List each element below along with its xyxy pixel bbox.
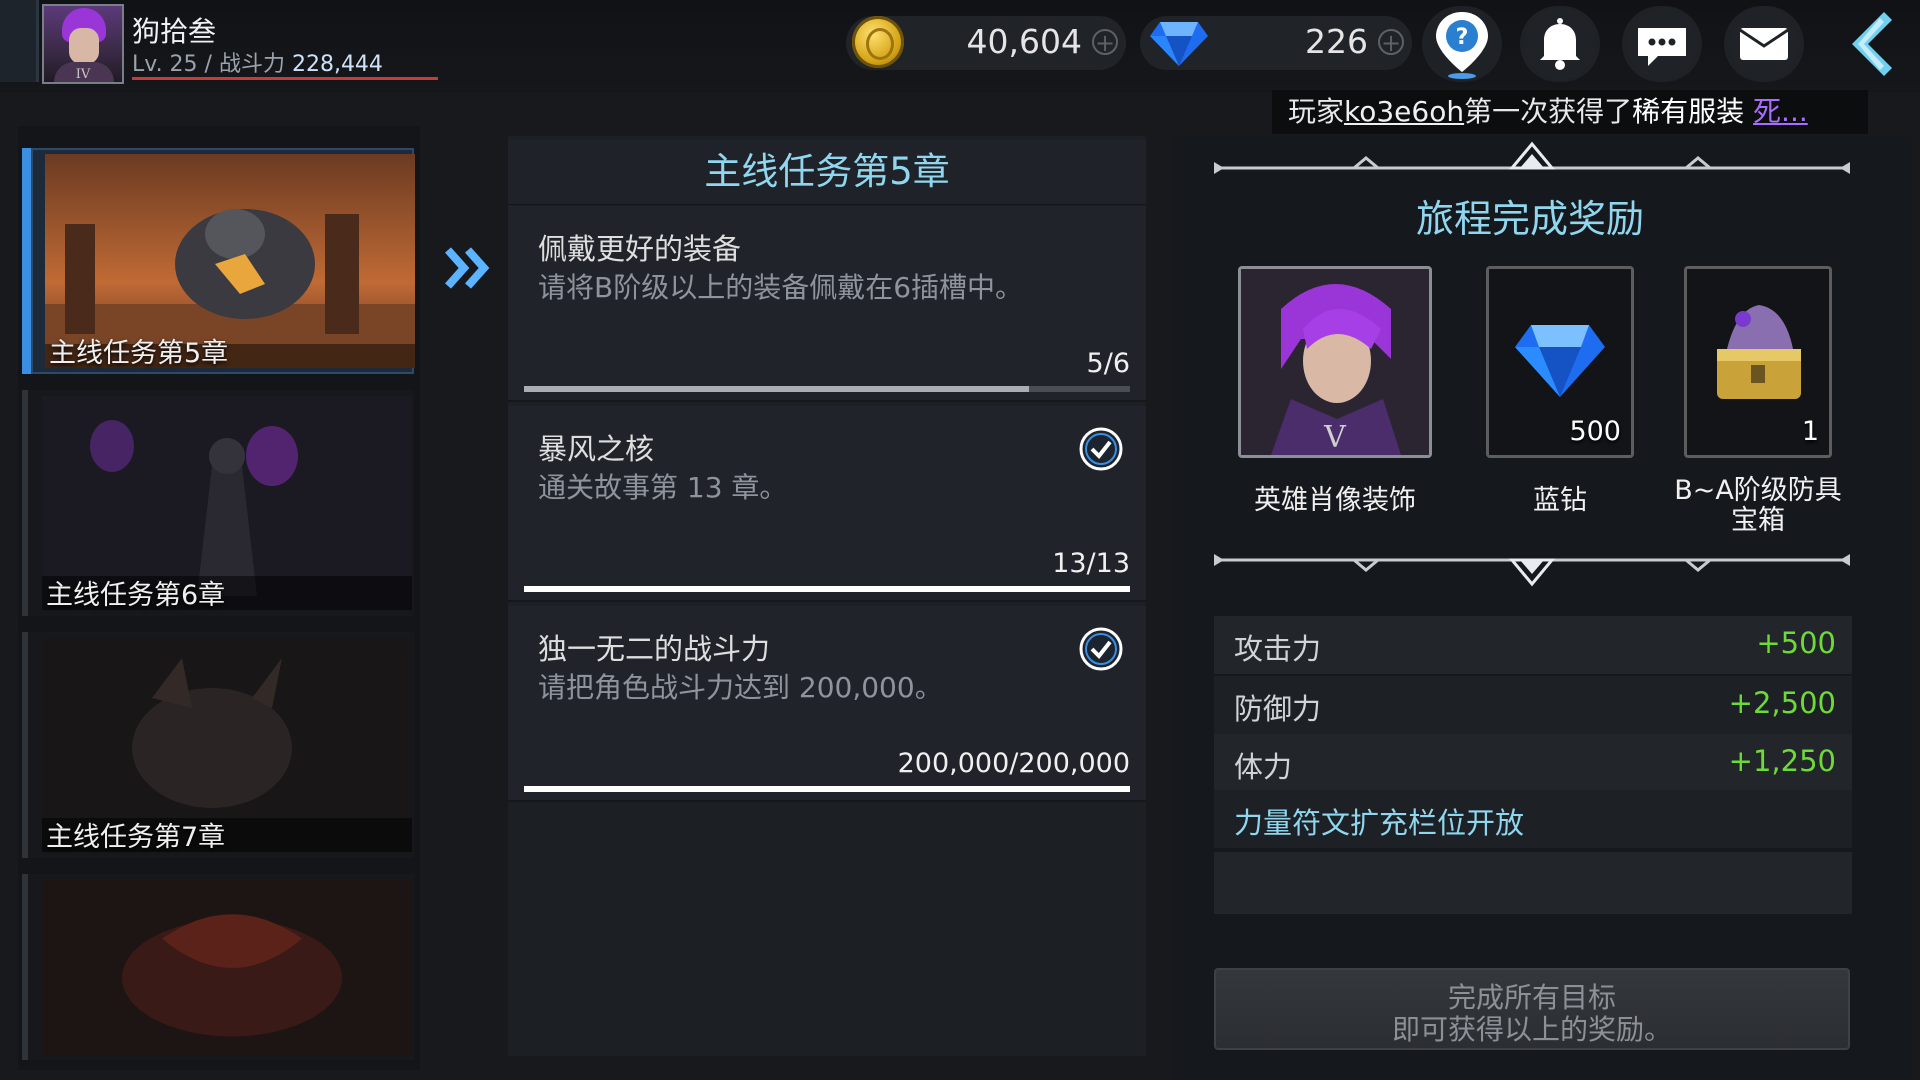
objective-item: 独一无二的战斗力 请把角色战斗力达到 200,000。 200,000/200,… (508, 606, 1146, 802)
objective-description: 请将B阶级以上的装备佩戴在6插槽中。 (538, 271, 1024, 304)
empty-reward-row (1214, 852, 1852, 914)
blue-gem-icon (1150, 22, 1208, 66)
objective-count: 5/6 (1086, 348, 1130, 379)
gold-amount: 40,604 (966, 22, 1082, 61)
objective-description: 通关故事第 13 章。 (538, 471, 788, 504)
gold-coin-icon (852, 16, 904, 68)
check-circle-icon (1079, 427, 1123, 471)
objective-progress-bar (524, 586, 1130, 592)
ornament-divider (1214, 554, 1850, 587)
objective-count: 13/13 (1052, 548, 1130, 579)
chapter-label: 主线任务第5章 (49, 338, 229, 369)
combat-power: 228,444 (291, 52, 383, 77)
stat-name: 体力 (1234, 750, 1293, 784)
check-circle-icon (1079, 627, 1123, 671)
gem-amount: 226 (1305, 22, 1368, 61)
add-gold-button[interactable]: + (1092, 29, 1118, 55)
progress-fill (524, 586, 1130, 592)
progress-fill (524, 386, 1029, 392)
ticker-middle: 第一次获得了 (1464, 95, 1633, 128)
chapter-card-7[interactable]: 主线任务第7章 (22, 632, 414, 858)
unlock-text: 力量符文扩充栏位开放 (1234, 806, 1525, 840)
menu-handle[interactable] (0, 0, 39, 82)
chapter-label: 主线任务第6章 (46, 580, 226, 611)
objective-title: 佩戴更好的装备 (538, 232, 742, 266)
stat-row-stamina: 体力 +1,250 (1214, 734, 1852, 792)
stat-value: +1,250 (1728, 744, 1836, 778)
player-level-power: Lv. 25 / 战斗力 228,444 (132, 46, 383, 78)
chapter-card-5[interactable]: 主线任务第5章 (22, 148, 415, 374)
reward-quantity: 500 (1569, 416, 1621, 447)
quest-title: 主线任务第5章 (508, 140, 1146, 205)
add-gem-button[interactable]: + (1378, 29, 1404, 55)
chapter-card-8[interactable] (22, 874, 414, 1060)
objective-progress-bar (524, 786, 1130, 792)
hero-portrait-icon: V (1241, 269, 1429, 455)
stat-row-attack: 攻击力 +500 (1214, 616, 1852, 674)
stat-name: 防御力 (1234, 692, 1322, 726)
objective-title: 独一无二的战斗力 (538, 632, 771, 666)
exp-bar-fill (132, 77, 438, 80)
ticker-prefix: 玩家 (1288, 95, 1345, 128)
progress-fill (524, 786, 1130, 792)
double-chevron-right-icon (445, 247, 490, 289)
ticker-item-link[interactable]: 死... (1753, 95, 1808, 128)
ticker-player-link[interactable]: ko3e6oh (1344, 95, 1464, 128)
objective-description: 请把角色战斗力达到 200,000。 (538, 671, 943, 704)
bell-icon[interactable] (1520, 6, 1600, 82)
level-text: Lv. 25 / 战斗力 (132, 52, 285, 77)
ornament-divider (1214, 141, 1850, 174)
objective-item: 佩戴更好的装备 请将B阶级以上的装备佩戴在6插槽中。 5/6 (508, 206, 1146, 402)
avatar-tier-badge: IV (75, 67, 91, 82)
avatar-face (69, 28, 99, 64)
reward-armor-chest-item[interactable]: 1 (1684, 266, 1832, 458)
chapter-card-6[interactable]: 主线任务第6章 (22, 390, 414, 616)
objective-progress-bar (524, 386, 1130, 392)
claim-button-line2: 即可获得以上的奖励。 (1391, 1013, 1672, 1046)
chapter-8-artwork (42, 880, 412, 1056)
reward-quantity: 1 (1801, 416, 1819, 447)
stat-value: +500 (1756, 626, 1836, 660)
location-help-icon[interactable]: ? (1422, 6, 1502, 82)
ticker-rare-text: 稀有服装 (1632, 95, 1745, 128)
stat-value: +2,500 (1728, 686, 1836, 720)
stat-name: 攻击力 (1234, 632, 1322, 666)
claim-rewards-button[interactable]: 完成所有目标 即可获得以上的奖励。 (1214, 968, 1850, 1050)
mail-icon[interactable] (1724, 6, 1804, 82)
player-avatar[interactable]: IV (42, 4, 124, 84)
reward-gem-item[interactable]: 500 (1486, 266, 1634, 458)
reward-label: 蓝钻 (1533, 485, 1587, 516)
portrait-tier-mark: V (1323, 420, 1347, 455)
reward-label: B~A阶级防具宝箱 (1674, 475, 1842, 536)
objective-count: 200,000/200,000 (897, 748, 1130, 779)
chapter-label: 主线任务第7章 (46, 822, 226, 853)
reward-label: 英雄肖像装饰 (1254, 485, 1416, 516)
announcement-ticker: 玩家ko3e6oh第一次获得了稀有服装 死... (1272, 90, 1868, 134)
reward-portrait-item[interactable]: V (1238, 266, 1432, 458)
unlock-row: 力量符文扩充栏位开放 (1214, 790, 1852, 848)
objective-title: 暴风之核 (538, 432, 655, 466)
exp-bar (132, 77, 438, 80)
objective-item: 暴风之核 通关故事第 13 章。 13/13 (508, 406, 1146, 602)
stat-row-defense: 防御力 +2,500 (1214, 676, 1852, 734)
svg-text:?: ? (1456, 25, 1469, 50)
reward-title: 旅程完成奖励 (1415, 197, 1644, 241)
back-arrow-icon[interactable] (1832, 6, 1912, 82)
player-name: 狗拾叁 (132, 15, 217, 48)
chat-icon[interactable] (1622, 6, 1702, 82)
